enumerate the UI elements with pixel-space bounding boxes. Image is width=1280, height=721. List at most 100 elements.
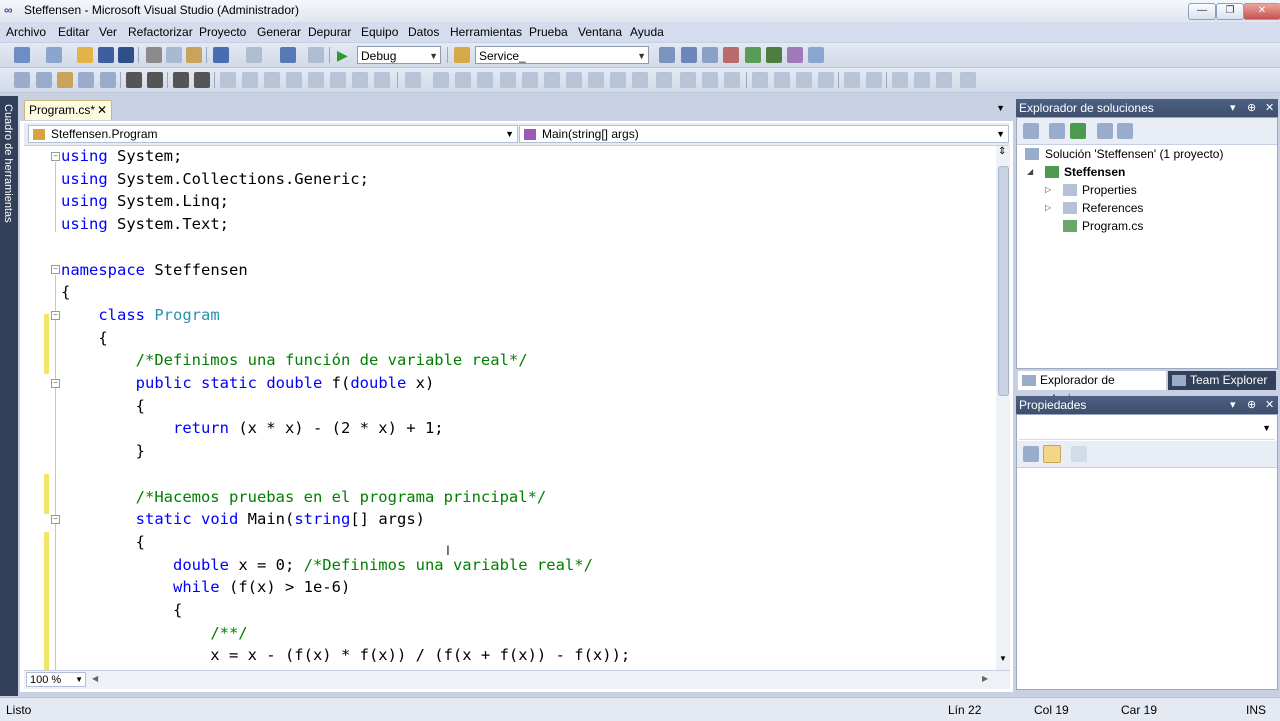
tab-program-cs[interactable]: Program.cs* ✕ — [24, 100, 112, 120]
center-icon[interactable] — [866, 72, 882, 88]
object-browser-icon[interactable] — [723, 47, 739, 63]
code-line[interactable]: /*Hacemos pruebas en el programa princip… — [61, 487, 547, 509]
spacing-icon[interactable] — [774, 72, 790, 88]
toolbar-icon[interactable] — [286, 72, 302, 88]
code-line[interactable]: { — [61, 532, 145, 554]
vertical-scrollbar[interactable]: ⇕ ▼ — [996, 146, 1010, 670]
view-code-icon[interactable] — [1097, 123, 1113, 139]
close-panel-icon[interactable]: ✕ — [1265, 99, 1274, 117]
new-project-icon[interactable] — [14, 47, 30, 63]
start-page-icon[interactable] — [808, 47, 824, 63]
minimize-button[interactable]: — — [1188, 3, 1216, 20]
toolbar-icon[interactable] — [308, 72, 324, 88]
tab-dropdown-icon[interactable]: ▼ — [996, 103, 1005, 113]
comment-icon[interactable] — [173, 72, 189, 88]
scroll-thumb[interactable] — [998, 166, 1009, 396]
save-icon[interactable] — [98, 47, 114, 63]
object-selector-combo[interactable]: ▼ — [1019, 417, 1275, 440]
toolbox-rail[interactable]: Cuadro de herramientas — [0, 96, 18, 696]
code-line[interactable]: using System.Collections.Generic; — [61, 169, 369, 191]
align-icon[interactable] — [544, 72, 560, 88]
find-combo[interactable]: Service_ ▼ — [475, 46, 649, 64]
categorized-icon[interactable] — [1023, 446, 1039, 462]
toolbar-icon[interactable] — [242, 72, 258, 88]
open-folder-icon[interactable] — [77, 47, 93, 63]
toolbar-icon[interactable] — [330, 72, 346, 88]
menu-herramientas[interactable]: Herramientas — [450, 25, 522, 39]
toolbar-icon[interactable] — [36, 72, 52, 88]
expanded-triangle-icon[interactable]: ◢ — [1027, 167, 1033, 176]
code-line[interactable]: double x = 0; /*Definimos una variable r… — [61, 555, 593, 577]
tab-solution-explorer[interactable]: Explorador de soluciones — [1018, 371, 1166, 406]
align-icon[interactable] — [522, 72, 538, 88]
toolbar-icon[interactable] — [374, 72, 390, 88]
order-icon[interactable] — [936, 72, 952, 88]
alphabetical-sort-icon[interactable] — [1043, 445, 1061, 463]
menu-ver[interactable]: Ver — [99, 25, 117, 39]
collapse-region-icon[interactable]: − — [51, 265, 60, 274]
collapse-region-icon[interactable]: − — [51, 515, 60, 524]
order-icon[interactable] — [914, 72, 930, 88]
code-line[interactable]: { — [61, 282, 70, 304]
solution-configuration-combo[interactable]: Debug ▼ — [357, 46, 441, 64]
refresh-icon[interactable] — [1070, 123, 1086, 139]
start-debugging-play-icon[interactable]: ▶ — [337, 47, 353, 63]
navigate-forward-icon[interactable] — [308, 47, 324, 63]
center-icon[interactable] — [844, 72, 860, 88]
code-line[interactable]: { — [61, 600, 182, 622]
uncomment-icon[interactable] — [194, 72, 210, 88]
code-line[interactable]: while (f(x) > 1e-6) — [61, 577, 350, 599]
align-icon[interactable] — [588, 72, 604, 88]
code-line[interactable]: } — [61, 441, 145, 463]
properties-window-icon[interactable] — [702, 47, 718, 63]
code-line[interactable]: static void Main(string[] args) — [61, 509, 425, 531]
menu-equipo[interactable]: Equipo — [361, 25, 398, 39]
spacing-icon[interactable] — [702, 72, 718, 88]
tab-order-icon[interactable] — [960, 72, 976, 88]
collapsed-triangle-icon[interactable]: ▷ — [1045, 203, 1051, 212]
menu-editar[interactable]: Editar — [58, 25, 89, 39]
code-line[interactable]: x = x - (f(x) * f(x)) / (f(x + f(x)) - f… — [61, 645, 630, 667]
code-line[interactable]: /**/ — [61, 623, 247, 645]
menu-datos[interactable]: Datos — [408, 25, 439, 39]
spacing-icon[interactable] — [796, 72, 812, 88]
menu-ayuda[interactable]: Ayuda — [630, 25, 664, 39]
close-tab-icon[interactable]: ✕ — [97, 101, 107, 120]
menu-ventana[interactable]: Ventana — [578, 25, 622, 39]
class-diagram-icon[interactable] — [1117, 123, 1133, 139]
properties-icon[interactable] — [1023, 123, 1039, 139]
team-explorer-icon[interactable] — [766, 47, 782, 63]
add-item-icon[interactable] — [46, 47, 62, 63]
align-icon[interactable] — [566, 72, 582, 88]
toolbar-icon[interactable] — [14, 72, 30, 88]
code-line[interactable]: { — [61, 396, 145, 418]
undo-icon[interactable] — [213, 47, 229, 63]
code-line[interactable]: namespace Steffensen — [61, 260, 248, 282]
align-icon[interactable] — [455, 72, 471, 88]
zoom-combo[interactable]: 100 % ▼ — [26, 672, 86, 687]
menu-proyecto[interactable]: Proyecto — [199, 25, 246, 39]
toolbox-icon[interactable] — [745, 47, 761, 63]
menu-depurar[interactable]: Depurar — [308, 25, 351, 39]
menu-generar[interactable]: Generar — [257, 25, 301, 39]
collapsed-triangle-icon[interactable]: ▷ — [1045, 185, 1051, 194]
spacing-icon[interactable] — [752, 72, 768, 88]
window-position-icon[interactable]: ▾ — [1230, 99, 1236, 117]
property-pages-icon[interactable] — [1071, 446, 1087, 462]
menu-refactorizar[interactable]: Refactorizar — [128, 25, 193, 39]
redo-icon[interactable] — [246, 47, 262, 63]
member-navigation-combo[interactable]: Main(string[] args) ▼ — [519, 125, 1009, 143]
solution-explorer-icon[interactable] — [681, 47, 697, 63]
extension-manager-icon[interactable] — [787, 47, 803, 63]
order-icon[interactable] — [892, 72, 908, 88]
toolbox-tab-label[interactable]: Cuadro de herramientas — [2, 104, 14, 223]
spacing-icon[interactable] — [656, 72, 672, 88]
code-line[interactable]: return (x * x) - (2 * x) + 1; — [61, 418, 444, 440]
code-line[interactable]: { — [61, 328, 107, 350]
menu-prueba[interactable]: Prueba — [529, 25, 568, 39]
window-position-icon[interactable]: ▾ — [1230, 396, 1236, 414]
find-in-files-icon[interactable] — [454, 47, 470, 63]
code-line[interactable]: class Program — [61, 305, 219, 327]
code-line[interactable]: /*Definimos una función de variable real… — [61, 350, 528, 372]
code-line[interactable]: using System; — [61, 146, 182, 168]
